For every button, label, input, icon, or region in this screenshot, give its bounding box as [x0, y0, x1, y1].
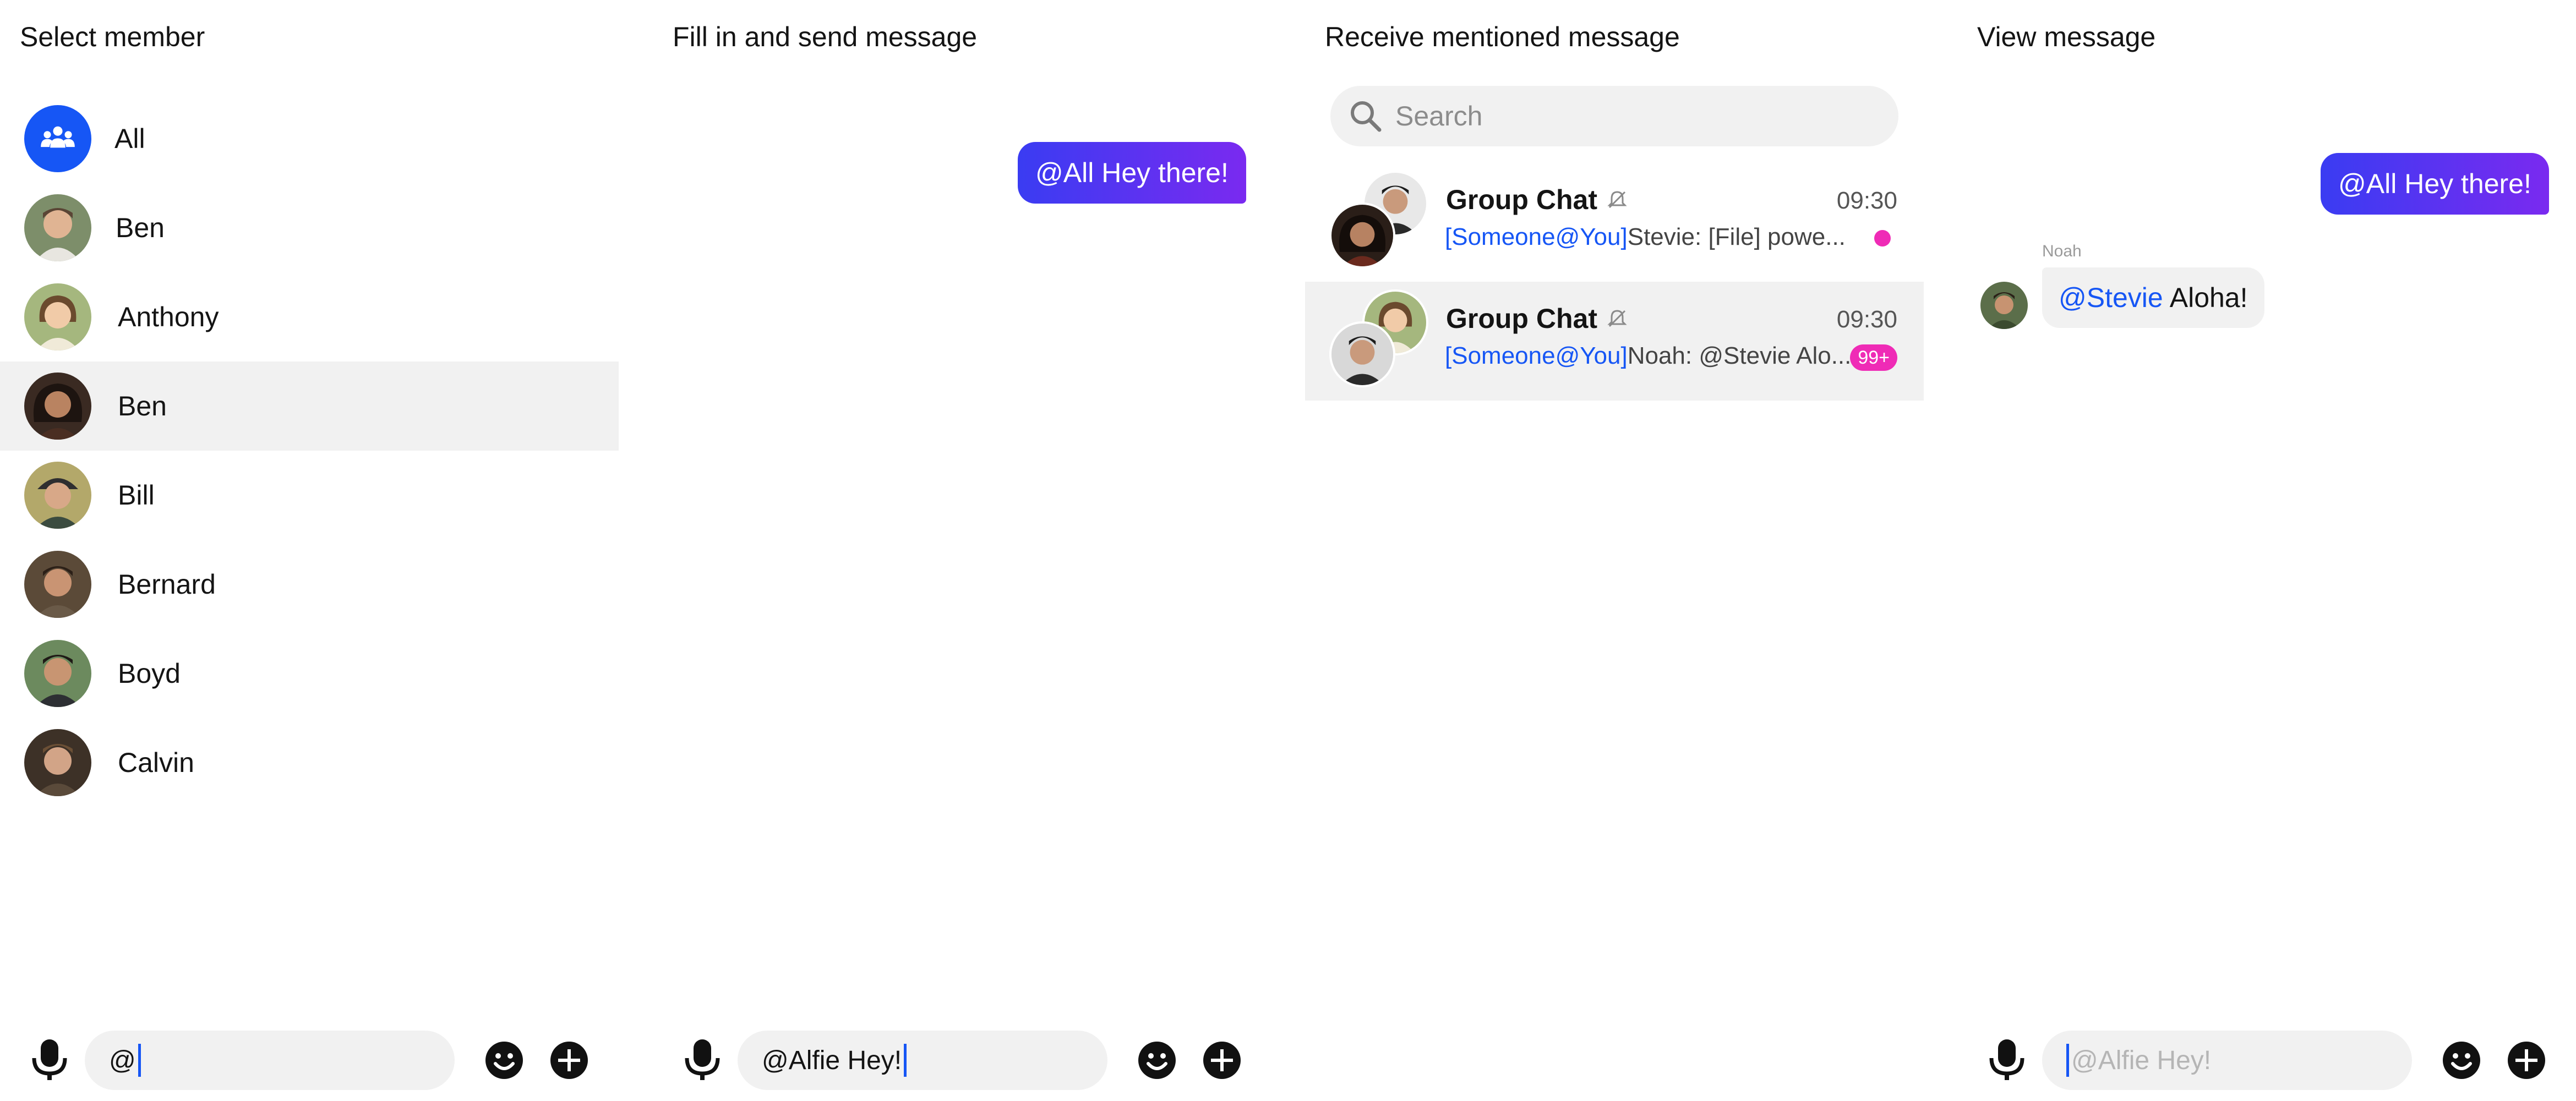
avatar [1329, 321, 1395, 387]
panel-title: View message [1977, 21, 2156, 52]
message-input-value: @ [109, 1045, 136, 1075]
view-message-panel: View message @All Hey there! Noah @Stevi… [1957, 0, 2576, 1101]
plus-icon[interactable] [549, 1040, 589, 1080]
text-caret [138, 1044, 141, 1077]
member-name: All [114, 123, 145, 154]
sent-message-text: @All Hey there! [1035, 157, 1229, 188]
chat-list-item[interactable]: Group Chat 09:30 [Someone@You]Stevie: [F… [1305, 163, 1924, 282]
avatar [24, 729, 91, 796]
member-row[interactable]: Anthony [0, 272, 619, 361]
search-placeholder: Search [1395, 101, 1483, 132]
chat-title: Group Chat [1446, 184, 1597, 215]
unread-dot-badge [1874, 230, 1891, 247]
mention-tag: [Someone@You] [1445, 342, 1628, 369]
emoji-icon[interactable] [2442, 1040, 2481, 1080]
avatar [24, 373, 91, 440]
chat-title: Group Chat [1446, 303, 1597, 334]
message-input-bar: @ [0, 1026, 619, 1092]
member-name: Anthony [118, 302, 219, 332]
mention-text[interactable]: @Stevie [2059, 282, 2163, 314]
message-input[interactable]: @Alfie Hey! [2042, 1031, 2412, 1090]
member-name: Bernard [118, 569, 216, 600]
text-caret [2066, 1044, 2069, 1077]
message-input-bar: @Alfie Hey! [1957, 1026, 2576, 1092]
message-input[interactable]: @Alfie Hey! [738, 1031, 1107, 1090]
sent-message-bubble[interactable]: @All Hey there! [2321, 153, 2549, 215]
message-input-placeholder: @Alfie Hey! [2071, 1045, 2212, 1075]
avatar [24, 194, 91, 261]
sender-avatar [1980, 282, 2028, 329]
member-name: Bill [118, 480, 155, 511]
avatar [24, 551, 91, 618]
chat-preview: [Someone@You]Stevie: [File] powe... [1445, 223, 1846, 251]
sent-message-bubble[interactable]: @All Hey there! [1018, 142, 1246, 204]
message-input-value: @Alfie Hey! [762, 1045, 902, 1075]
mention-tag: [Someone@You] [1445, 223, 1628, 250]
chat-preview: [Someone@You]Noah: @Stevie Alo... [1445, 342, 1851, 370]
microphone-icon[interactable] [30, 1038, 69, 1081]
mute-icon [1607, 191, 1627, 209]
message-input[interactable]: @ [85, 1031, 455, 1090]
member-name: Ben [116, 212, 165, 243]
member-row-selected[interactable]: Ben [0, 361, 619, 451]
unread-count-badge: 99+ [1850, 344, 1897, 371]
avatar [24, 462, 91, 529]
avatar [24, 283, 91, 350]
member-row-all[interactable]: All [0, 94, 619, 183]
member-row[interactable]: Boyd [0, 629, 619, 718]
received-message-bubble[interactable]: @Stevie Aloha! [2042, 267, 2264, 328]
member-name: Calvin [118, 747, 194, 778]
avatar [1329, 202, 1395, 269]
chat-name: Group Chat [1446, 184, 1628, 216]
panel-title: Select member [20, 21, 205, 52]
member-row[interactable]: Bernard [0, 540, 619, 629]
group-icon [24, 105, 91, 172]
sender-name: Noah [2042, 242, 2082, 260]
emoji-icon[interactable] [1137, 1040, 1177, 1080]
member-name: Ben [118, 391, 167, 421]
message-input-bar: @Alfie Hey! [653, 1026, 1271, 1092]
mute-icon [1607, 310, 1627, 327]
preview-text: Stevie: [File] powe... [1627, 223, 1846, 250]
chat-name: Group Chat [1446, 303, 1628, 335]
received-message-text: Aloha! [2169, 282, 2248, 313]
microphone-icon[interactable] [1987, 1038, 2027, 1081]
member-row[interactable]: Calvin [0, 718, 619, 807]
receive-mention-panel: Receive mentioned message Search Group C… [1305, 0, 1924, 1101]
member-name: Boyd [118, 658, 181, 689]
member-row[interactable]: Ben [0, 183, 619, 272]
select-member-panel: Select member All Ben Anthony Ben Bill B… [0, 0, 619, 1101]
panel-title: Fill in and send message [673, 21, 978, 52]
plus-icon[interactable] [2507, 1040, 2546, 1080]
search-field[interactable]: Search [1330, 86, 1898, 146]
sent-message-text: @All Hey there! [2338, 168, 2531, 199]
send-message-panel: Fill in and send message @All Hey there!… [653, 0, 1271, 1101]
chat-list-item-active[interactable]: Group Chat 09:30 [Someone@You]Noah: @Ste… [1305, 282, 1924, 401]
search-icon [1351, 101, 1382, 132]
avatar [24, 640, 91, 707]
text-caret [904, 1044, 907, 1077]
panel-title: Receive mentioned message [1325, 21, 1680, 52]
chat-time: 09:30 [1836, 187, 1897, 214]
plus-icon[interactable] [1202, 1040, 1242, 1080]
chat-time: 09:30 [1836, 306, 1897, 333]
preview-text: Noah: @Stevie Alo... [1627, 342, 1852, 369]
microphone-icon[interactable] [683, 1038, 722, 1081]
member-row[interactable]: Bill [0, 451, 619, 540]
emoji-icon[interactable] [484, 1040, 524, 1080]
